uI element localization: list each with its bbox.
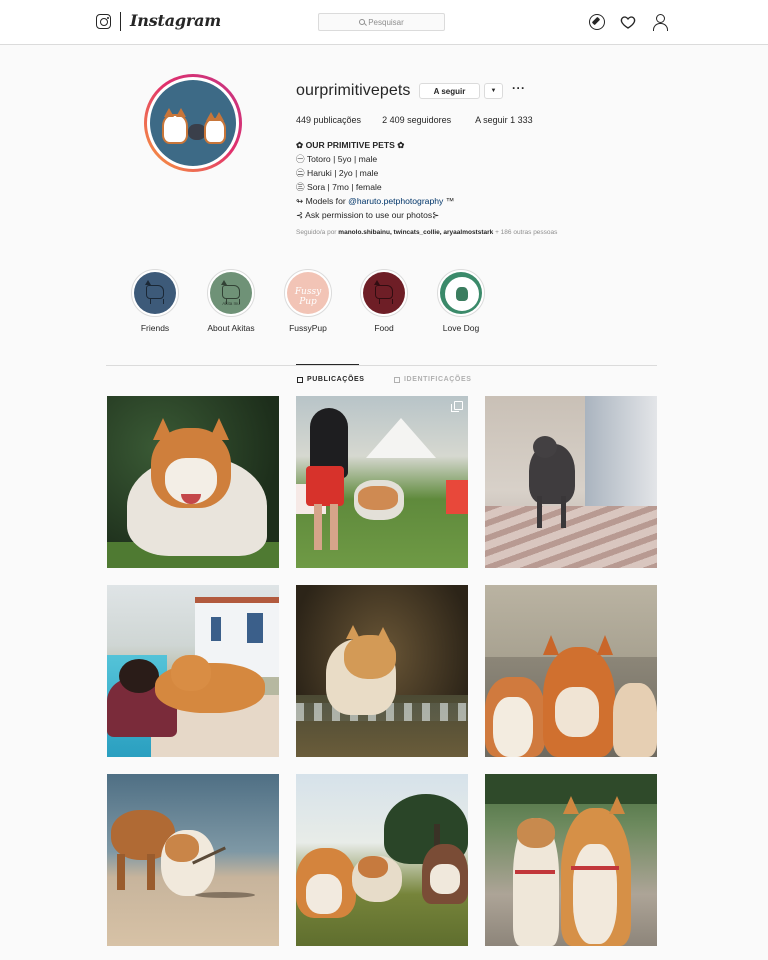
post-thumbnail[interactable] xyxy=(296,396,468,568)
active-tab-indicator xyxy=(296,364,359,365)
bio-line: ㊀ Totoro | 5yo | male xyxy=(296,154,378,164)
highlight-caption: Akita Inu xyxy=(222,301,240,306)
highlight-label: FussyPup xyxy=(289,323,327,333)
compass-icon[interactable] xyxy=(589,14,605,30)
logo-divider xyxy=(120,12,121,31)
love-dog-icon xyxy=(445,277,479,311)
avatar-dog-illustration xyxy=(204,112,226,144)
post-thumbnail[interactable] xyxy=(107,396,279,568)
followed-by-names[interactable]: manolo.shibainu, twincats_collie, aryaal… xyxy=(338,229,493,236)
following-count[interactable]: A seguir 1 333 xyxy=(475,115,533,125)
search-input[interactable]: Pesquisar xyxy=(318,13,445,31)
more-options-icon[interactable]: ··· xyxy=(512,81,526,95)
tab-posts[interactable]: PUBLICAÇÕES xyxy=(297,376,365,383)
tabs-divider xyxy=(106,365,657,366)
tab-tagged-label: IDENTIFICAÇÕES xyxy=(404,376,472,383)
bio-name: ✿ OUR PRIMITIVE PETS ✿ xyxy=(296,140,405,150)
heart-icon[interactable] xyxy=(620,14,636,30)
bio-models-suffix: ™ xyxy=(443,196,455,206)
posts-count: 449 publicações xyxy=(296,115,362,125)
highlight-about-akitas[interactable]: Akita Inu About Akitas xyxy=(201,269,261,333)
highlight-label: Love Dog xyxy=(442,323,480,333)
akita-icon xyxy=(221,280,240,304)
bio-mention-link[interactable]: @haruto.petphotography xyxy=(348,196,443,206)
tab-posts-label: PUBLICAÇÕES xyxy=(307,376,365,383)
grid-icon xyxy=(297,376,303,383)
instagram-camera-icon[interactable] xyxy=(96,14,111,29)
followed-by-prefix: Seguido/a por xyxy=(296,229,339,236)
post-thumbnail[interactable] xyxy=(485,585,657,757)
profile-avatar[interactable] xyxy=(144,74,242,172)
multiple-photos-icon xyxy=(451,401,463,412)
highlight-label: About Akitas xyxy=(207,323,255,333)
bio-models-prefix: ↬ Models for xyxy=(296,196,349,206)
highlight-friends[interactable]: Friends xyxy=(125,269,185,333)
tab-tagged[interactable]: IDENTIFICAÇÕES xyxy=(394,376,472,383)
bio-line: ㊁ Haruki | 2yo | male xyxy=(296,168,379,178)
tagged-icon xyxy=(394,376,400,383)
search-placeholder: Pesquisar xyxy=(368,17,404,27)
user-icon[interactable] xyxy=(652,14,668,31)
post-thumbnail[interactable] xyxy=(485,396,657,568)
profile-username: ourprimitivepets xyxy=(296,82,411,99)
bio-line: ㊂ Sora | 7mo | female xyxy=(296,182,382,192)
post-thumbnail[interactable] xyxy=(107,585,279,757)
highlight-food[interactable]: Food xyxy=(354,269,414,333)
profile-bio: ✿ OUR PRIMITIVE PETS ✿ ㊀ Totoro | 5yo | … xyxy=(296,138,454,222)
highlight-fussypup[interactable]: Fussy Pup FussyPup xyxy=(278,269,338,333)
profile-stats: 449 publicações 2 409 seguidores A segui… xyxy=(296,115,553,125)
following-button[interactable]: A seguir xyxy=(419,83,480,99)
avatar-dog-illustration xyxy=(162,108,188,144)
dog-icon xyxy=(145,280,164,304)
post-thumbnail[interactable] xyxy=(485,774,657,946)
bio-line: ⊰ Ask permission to use our photos⊱ xyxy=(296,210,440,220)
followed-by-suffix: + 186 outras pessoas xyxy=(493,229,558,236)
post-thumbnail[interactable] xyxy=(107,774,279,946)
top-nav: Instagram Pesquisar xyxy=(0,0,768,45)
followers-count[interactable]: 2 409 seguidores xyxy=(382,115,451,125)
post-thumbnail[interactable] xyxy=(296,585,468,757)
highlight-love-dog[interactable]: Love Dog xyxy=(431,269,491,333)
highlight-label: Food xyxy=(374,323,394,333)
highlight-label: Friends xyxy=(140,323,170,333)
bio-models-line: ↬ Models for @haruto.petphotography ™ xyxy=(296,194,454,208)
fussypup-logo: Fussy Pup xyxy=(294,287,322,307)
suggestions-dropdown-button[interactable]: ▼ xyxy=(484,83,503,99)
post-thumbnail[interactable] xyxy=(296,774,468,946)
instagram-wordmark[interactable]: Instagram xyxy=(130,11,221,30)
dog-bowl-icon xyxy=(374,280,393,304)
followed-by[interactable]: Seguido/a por manolo.shibainu, twincats_… xyxy=(296,229,557,236)
search-icon xyxy=(359,19,366,25)
